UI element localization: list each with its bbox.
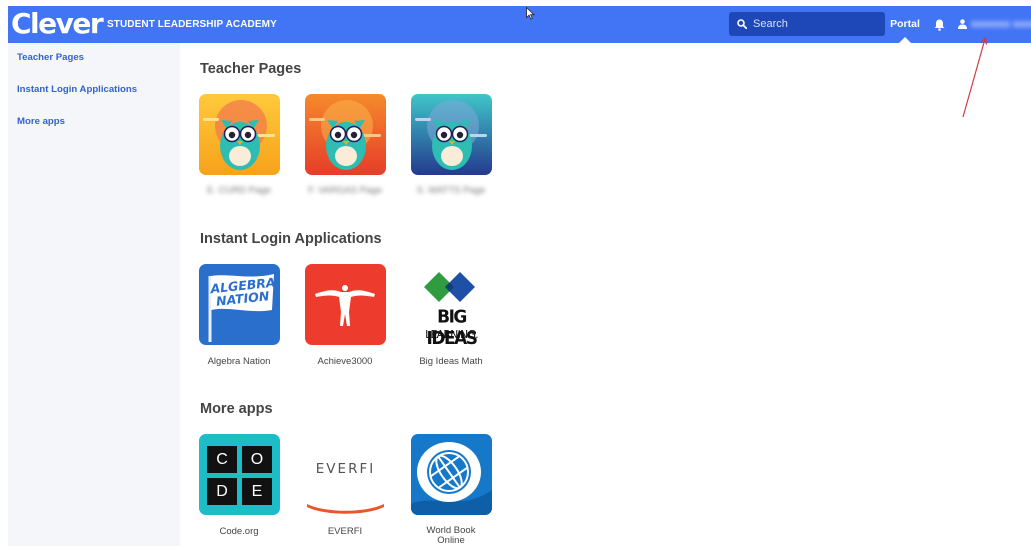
- teacher-page-caption-3[interactable]: S. WATTS Page: [396, 185, 506, 196]
- section-title-teacher-pages: Teacher Pages: [200, 61, 302, 77]
- big-ideas-math-caption[interactable]: Big Ideas Math: [396, 356, 506, 367]
- search-icon: [737, 19, 747, 29]
- sidebar: Teacher Pages Instant Login Applications…: [8, 43, 180, 546]
- top-navigation-bar: Clever STUDENT LEADERSHIP ACADEMY Search…: [8, 6, 1031, 43]
- annotation-arrow-icon: [962, 36, 988, 118]
- algebra-nation-caption[interactable]: Algebra Nation: [184, 356, 294, 367]
- achieve3000-figure-icon: [315, 285, 375, 326]
- teacher-page-tile-3[interactable]: [411, 94, 492, 175]
- user-icon: [958, 19, 967, 29]
- achieve3000-tile[interactable]: [305, 264, 386, 345]
- district-name: STUDENT LEADERSHIP ACADEMY: [107, 19, 277, 30]
- code-org-tile[interactable]: C O D E: [199, 434, 280, 515]
- world-book-online-caption-line-2: Online: [437, 535, 465, 546]
- world-book-online-caption[interactable]: World Book Online: [396, 526, 506, 546]
- code-letter-e: E: [242, 478, 272, 505]
- teacher-page-caption-2[interactable]: F. VARGAS Page: [290, 185, 400, 196]
- algebra-nation-tile[interactable]: ALGEBRA NATION: [199, 264, 280, 345]
- active-tab-indicator: [899, 37, 911, 43]
- clever-logo[interactable]: Clever: [11, 6, 104, 43]
- everfi-tile[interactable]: EVERFI: [305, 434, 386, 515]
- code-org-caption[interactable]: Code.org: [184, 526, 294, 537]
- code-letter-c: C: [207, 446, 237, 473]
- mouse-cursor-icon: [526, 7, 535, 20]
- sidebar-item-teacher-pages[interactable]: Teacher Pages: [17, 52, 84, 63]
- achieve3000-caption[interactable]: Achieve3000: [290, 356, 400, 367]
- globe-icon: [411, 442, 492, 515]
- teacher-page-tile-2[interactable]: [305, 94, 386, 175]
- code-letter-d: D: [207, 478, 237, 505]
- big-ideas-math-tile[interactable]: BIG IDEAS LEARNING.: [411, 264, 492, 345]
- code-letter-o: O: [242, 446, 272, 473]
- world-book-online-tile[interactable]: [411, 434, 492, 515]
- big-ideas-tile-text-2: LEARNING.: [425, 328, 479, 341]
- section-title-more-apps: More apps: [200, 401, 273, 417]
- owl-icon: [199, 94, 280, 175]
- sidebar-item-more-apps[interactable]: More apps: [17, 116, 65, 127]
- section-title-instant-login-applications: Instant Login Applications: [200, 231, 382, 247]
- owl-icon: [305, 94, 386, 175]
- search-placeholder: Search: [753, 18, 788, 30]
- bell-icon[interactable]: [934, 19, 945, 31]
- owl-icon: [411, 94, 492, 175]
- sidebar-item-instant-login-applications[interactable]: Instant Login Applications: [17, 84, 137, 95]
- teacher-page-tile-1[interactable]: [199, 94, 280, 175]
- everfi-swoosh-icon: [307, 504, 384, 514]
- everfi-caption[interactable]: EVERFI: [290, 526, 400, 537]
- search-box[interactable]: Search: [729, 12, 885, 36]
- teacher-page-caption-1[interactable]: E. CURD Page: [184, 185, 294, 196]
